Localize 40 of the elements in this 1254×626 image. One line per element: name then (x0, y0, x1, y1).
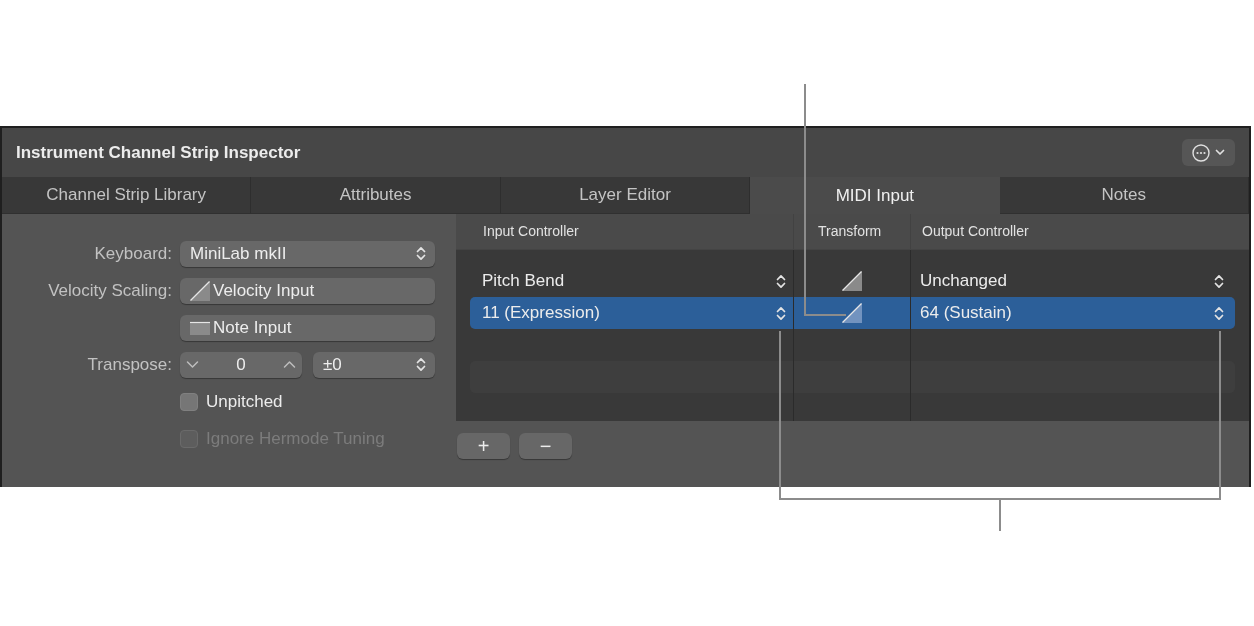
tab[interactable]: Notes (999, 177, 1249, 214)
checkbox[interactable] (180, 392, 198, 411)
up-down-chevron-icon (776, 273, 786, 289)
options-button[interactable] (1182, 139, 1235, 166)
chevron-down-icon (1215, 149, 1225, 156)
field-label: Transpose: (87, 353, 172, 376)
up-down-chevron-icon (776, 305, 786, 321)
ramp-icon (841, 271, 862, 291)
column-header: Output Controller (922, 222, 1029, 241)
up-down-chevron-icon (1214, 305, 1224, 321)
input-controller-value: 11 (Expression) (482, 302, 600, 325)
add-button[interactable]: + (457, 433, 510, 459)
remove-button[interactable]: − (519, 433, 572, 459)
up-down-chevron-icon (416, 357, 426, 372)
output-controller-value: Unchanged (920, 270, 1007, 293)
ellipsis-circle-icon (1192, 143, 1210, 162)
tab[interactable]: Layer Editor (500, 177, 751, 214)
table-row[interactable]: 11 (Expression) 64 (Sustain) (470, 297, 1235, 329)
ramp-icon (841, 303, 862, 323)
table-row[interactable]: Pitch Bend Unchanged (470, 265, 1235, 297)
tab[interactable]: Channel Strip Library (2, 177, 252, 214)
output-controller-value: 64 (Sustain) (920, 302, 1012, 325)
up-down-chevron-icon (1214, 273, 1224, 289)
field-label: Keyboard: (94, 242, 172, 265)
input-controller-value: Pitch Bend (482, 270, 565, 293)
tab[interactable]: Attributes (251, 177, 501, 214)
ramp-icon (190, 280, 210, 301)
column-header: Transform (818, 222, 882, 241)
field-label: Velocity Scaling: (48, 279, 172, 302)
window-title: Instrument Channel Strip Inspector (16, 141, 301, 164)
column-header: Input Controller (483, 222, 579, 241)
velocity-button[interactable]: Velocity Input (180, 277, 435, 304)
checkbox-label: Unpitched (206, 390, 283, 413)
up-down-chevron-icon (416, 246, 426, 261)
velocity-button[interactable]: Note Input (180, 314, 435, 341)
chevron-up-icon (283, 360, 296, 369)
chevron-down-icon (186, 360, 199, 369)
keyboard-popup[interactable]: MiniLab mkII (180, 240, 435, 267)
transpose-popup[interactable]: ±0 (313, 351, 435, 378)
transpose-stepper[interactable]: 0 (180, 351, 302, 378)
